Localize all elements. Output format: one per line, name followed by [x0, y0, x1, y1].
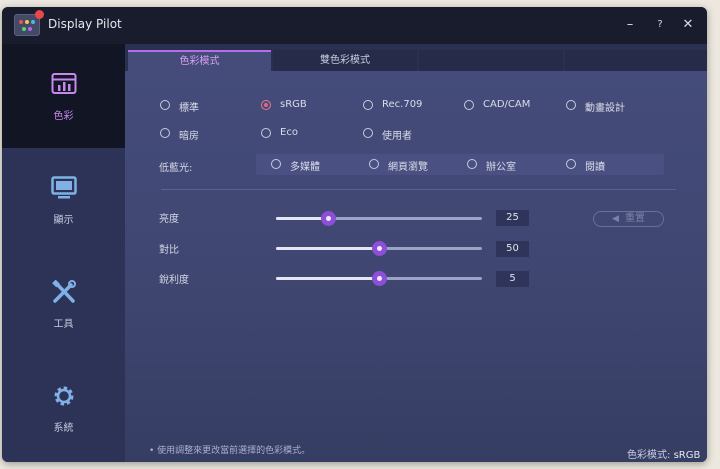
close-button[interactable]: ✕ [678, 16, 698, 34]
brightness-slider[interactable] [276, 211, 482, 226]
app-logo-icon [14, 10, 44, 36]
status-text: 色彩模式: sRGB [627, 446, 700, 461]
tab-empty [419, 50, 563, 71]
window-title: Display Pilot [48, 17, 122, 31]
tab-empty [565, 50, 707, 71]
undo-arrow-icon: ◀ [612, 214, 619, 224]
sidebar-item-display[interactable]: 顯示 [2, 148, 125, 252]
tools-icon [52, 280, 76, 303]
reset-button[interactable]: ◀ 重置 [593, 211, 664, 227]
gear-icon [54, 386, 74, 406]
sharpness-slider-thumb[interactable] [372, 271, 387, 286]
sidebar-item-system[interactable]: 系統 [2, 356, 125, 460]
monitor-icon [51, 176, 77, 199]
color-mode-panel: 標準 sRGB Rec.709 CAD/CAM 動畫設計 暗房 Eco 使用者 … [125, 71, 707, 462]
color-chart-icon [51, 73, 77, 94]
status-value: sRGB [673, 450, 701, 461]
sidebar-item-tools[interactable]: 工具 [2, 252, 125, 356]
sidebar-item-label: 系統 [53, 423, 74, 434]
title-bar: Display Pilot – ? ✕ [2, 7, 707, 44]
contrast-slider-thumb[interactable] [372, 241, 387, 256]
sidebar-item-label: 色彩 [53, 111, 74, 122]
sidebar-item-color[interactable]: 色彩 [2, 44, 125, 148]
minimize-button[interactable]: – [620, 16, 640, 34]
sharpness-label: 銳利度 [159, 275, 189, 286]
tab-bar: 色彩模式 雙色彩模式 [125, 44, 707, 71]
brightness-label: 亮度 [159, 214, 179, 225]
low-blue-options: 多媒體 網頁瀏覽 辦公室 閱讀 [256, 154, 664, 175]
sidebar: 色彩 顯示 工具 系統 [2, 44, 125, 462]
divider [161, 189, 676, 190]
sharpness-slider[interactable] [276, 271, 482, 286]
low-blue-label: 低藍光: [159, 163, 193, 174]
sidebar-item-label: 工具 [53, 319, 74, 330]
help-button[interactable]: ? [650, 16, 670, 34]
app-window: Display Pilot – ? ✕ 色彩 顯示 工具 系統 色彩模式 雙色彩… [2, 7, 707, 462]
sharpness-value[interactable]: 5 [496, 271, 529, 287]
tab-color-mode[interactable]: 色彩模式 [128, 50, 271, 71]
contrast-value[interactable]: 50 [496, 241, 529, 257]
hint-text: • 使用調整來更改當前選擇的色彩模式。 [149, 446, 311, 456]
tab-dual-color-mode[interactable]: 雙色彩模式 [273, 50, 417, 71]
brightness-value[interactable]: 25 [496, 210, 529, 226]
contrast-label: 對比 [159, 245, 179, 256]
contrast-slider[interactable] [276, 241, 482, 256]
sidebar-item-label: 顯示 [53, 215, 74, 226]
status-label: 色彩模式: [627, 450, 671, 461]
brightness-slider-thumb[interactable] [320, 211, 336, 226]
